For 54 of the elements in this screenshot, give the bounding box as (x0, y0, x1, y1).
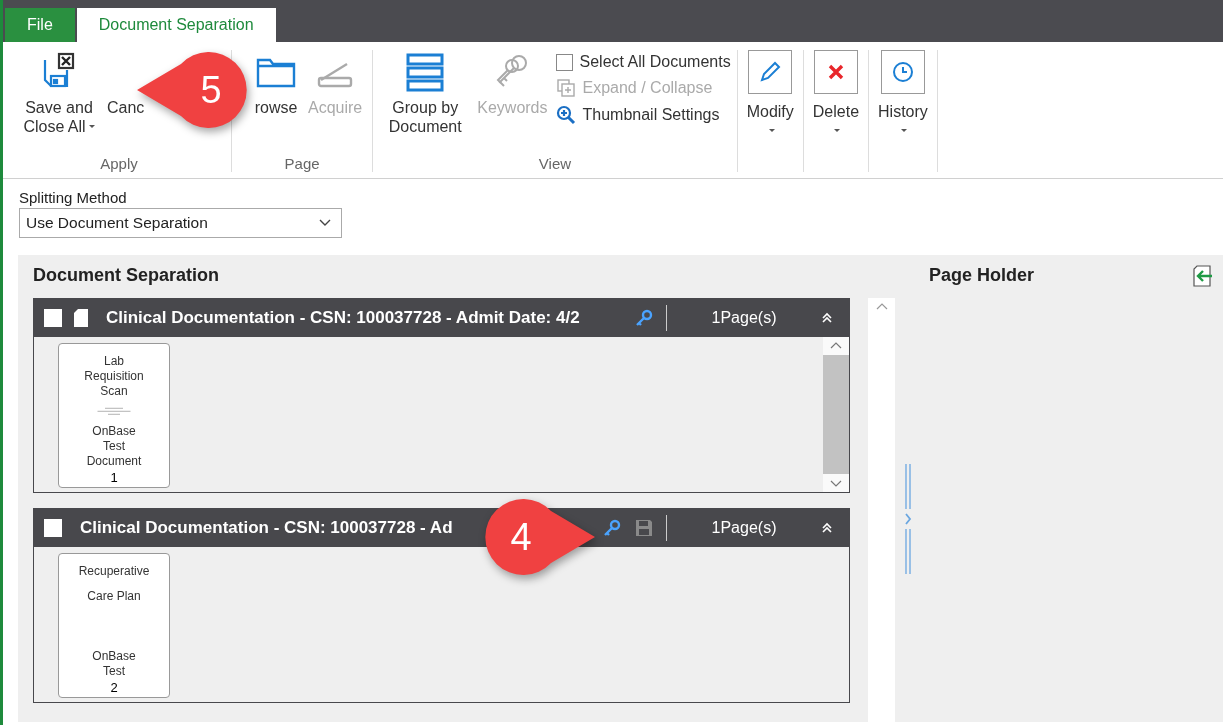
save-icon[interactable] (634, 518, 654, 538)
step-callout-tooltip: 4 (483, 497, 595, 577)
ribbon-button[interactable]: Save and Close All (13, 50, 105, 155)
ribbon-button[interactable]: Delete (809, 50, 863, 172)
thumbnail-text: OnBase (92, 424, 136, 439)
collapse-icon[interactable] (821, 522, 833, 534)
field-label: Splitting Method (19, 189, 128, 206)
select-all-checkbox[interactable]: Select All Documents (553, 53, 731, 71)
clock-icon (890, 60, 915, 84)
panel-title: Page Holder (928, 264, 1036, 287)
chevron-down-icon (319, 219, 331, 227)
pencil-icon (758, 60, 783, 84)
splitting-method-dropdown[interactable]: Use Document Separation (19, 208, 342, 238)
thumbnail-text: Test (103, 664, 125, 679)
ribbon-button[interactable]: rowse (254, 50, 302, 155)
file-tab[interactable]: File (5, 8, 75, 42)
import-page-icon[interactable] (1191, 265, 1213, 287)
page-number: 2 (110, 680, 118, 695)
ribbon-button[interactable]: History (875, 50, 931, 172)
scrollbar[interactable] (868, 298, 895, 722)
document-icon (74, 309, 88, 327)
page-count: 1Page(s) (710, 519, 778, 537)
group-label: Page (283, 155, 321, 172)
ribbon-tab[interactable]: Document Separation (76, 8, 276, 42)
scroll-up-icon[interactable] (830, 341, 842, 349)
magnifier-icon (555, 105, 576, 125)
ribbon-button[interactable]: Modify (743, 50, 797, 172)
scroll-down-icon[interactable] (830, 480, 842, 488)
document-title: Clinical Documentation - CSN: 100037728 - Ad (80, 518, 453, 538)
group-label: Apply (99, 155, 139, 172)
scroll-up-icon[interactable] (875, 302, 888, 310)
thumbnail-text: Lab Requisition Scan (83, 354, 145, 399)
document-title: Clinical Documentation - CSN: 100037728 - Admit Date: 4/2 (106, 308, 580, 328)
scrollbar[interactable] (823, 337, 849, 492)
thumbnail-text: Recuperative (78, 564, 150, 579)
command-button[interactable]: Thumbnail Settings (553, 105, 731, 125)
group-label: View (537, 155, 573, 172)
document-checkbox[interactable] (44, 309, 62, 327)
thumbnail-text: OnBase (92, 649, 136, 664)
thumbnail-text: Test Document (85, 439, 143, 469)
page-number: 1 (110, 470, 118, 485)
key-icon[interactable] (634, 308, 654, 328)
thumbnail-text: Care Plan (87, 589, 141, 604)
page-thumbnail[interactable]: Lab Requisition Scan OnBase Test Document 1 (58, 343, 170, 488)
page-thumbnail[interactable]: Recuperative Care Plan OnBase Test 2 (58, 553, 170, 698)
document-checkbox[interactable] (44, 519, 62, 537)
ribbon-button[interactable]: Group by Document (379, 50, 472, 155)
page-count: 1Page(s) (710, 309, 778, 327)
scrollbar-thumb[interactable] (823, 355, 849, 474)
collapse-icon[interactable] (821, 312, 833, 324)
panel-title: Document Separation (32, 264, 221, 287)
expand-icon (555, 78, 576, 98)
key-icon[interactable] (602, 518, 622, 538)
cancel-button[interactable]: Canc (107, 50, 151, 155)
